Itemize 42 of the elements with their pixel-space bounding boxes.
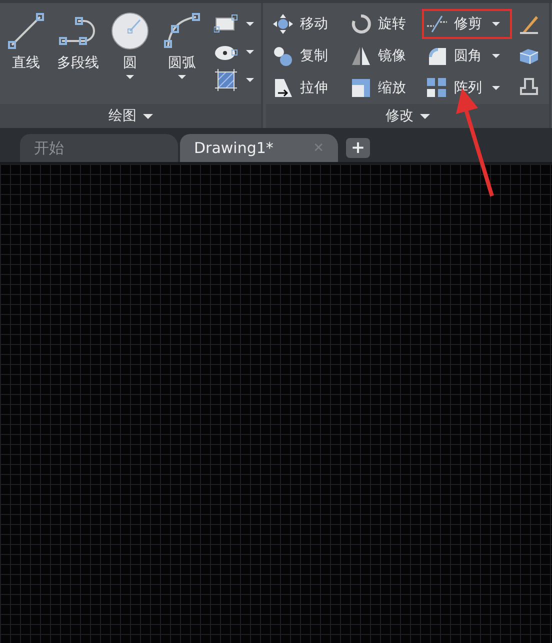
offset-icon <box>518 75 540 97</box>
mirror-icon <box>350 45 372 67</box>
arc-icon <box>162 11 202 51</box>
file-tab[interactable]: Drawing1* ✕ <box>180 134 338 162</box>
dropdown-arrow-icon[interactable] <box>126 75 134 79</box>
ribbon-tool-button[interactable]: 复制 <box>268 41 346 71</box>
move-icon <box>272 13 294 35</box>
array-icon <box>426 77 448 99</box>
copy-icon <box>272 45 294 67</box>
trim-icon <box>426 13 448 35</box>
dropdown-arrow-icon[interactable] <box>246 78 254 82</box>
dropdown-arrow-icon[interactable] <box>246 50 254 54</box>
ribbon-tool-button[interactable]: 多段线 <box>54 3 102 104</box>
dropdown-arrow-icon[interactable] <box>246 22 254 26</box>
ribbon-tool-button[interactable]: 镜像 <box>346 41 422 71</box>
ribbon-tool-button[interactable]: 圆弧 <box>158 3 206 104</box>
dropdown-arrow-icon[interactable] <box>492 54 500 58</box>
ribbon-tool-button[interactable]: 直线 <box>2 3 50 104</box>
new-tab-button[interactable]: + <box>346 138 370 158</box>
rectangle-icon <box>214 13 238 35</box>
stretch-icon <box>272 77 294 99</box>
ribbon-tool-button[interactable]: 圆角 <box>422 41 512 71</box>
ribbon-tool-button[interactable]: 修剪 <box>422 9 512 39</box>
dropdown-arrow-icon[interactable] <box>492 86 500 90</box>
fillet-icon <box>426 45 448 67</box>
panel-title[interactable]: 绘图 <box>0 104 261 128</box>
scale-icon <box>350 77 372 99</box>
hatch-icon <box>214 69 238 91</box>
ribbon-tool-button[interactable] <box>214 13 254 35</box>
panel-title[interactable]: 修改 <box>266 104 549 128</box>
ribbon-tool-button[interactable]: 圆 <box>106 3 154 104</box>
brush-icon <box>518 13 540 35</box>
ribbon-tool-button[interactable] <box>214 69 254 91</box>
ribbon-tool-button[interactable]: 移动 <box>268 9 346 39</box>
ribbon-tool-button[interactable]: 旋转 <box>346 9 422 39</box>
dropdown-arrow-icon[interactable] <box>492 22 500 26</box>
line-icon <box>6 11 46 51</box>
ribbon-tool-button[interactable]: 拉伸 <box>268 73 346 103</box>
dropdown-arrow-icon[interactable] <box>178 75 186 79</box>
circle-icon <box>110 11 150 51</box>
ribbon-tool-button[interactable]: 缩放 <box>346 73 422 103</box>
rotate-icon <box>350 13 372 35</box>
